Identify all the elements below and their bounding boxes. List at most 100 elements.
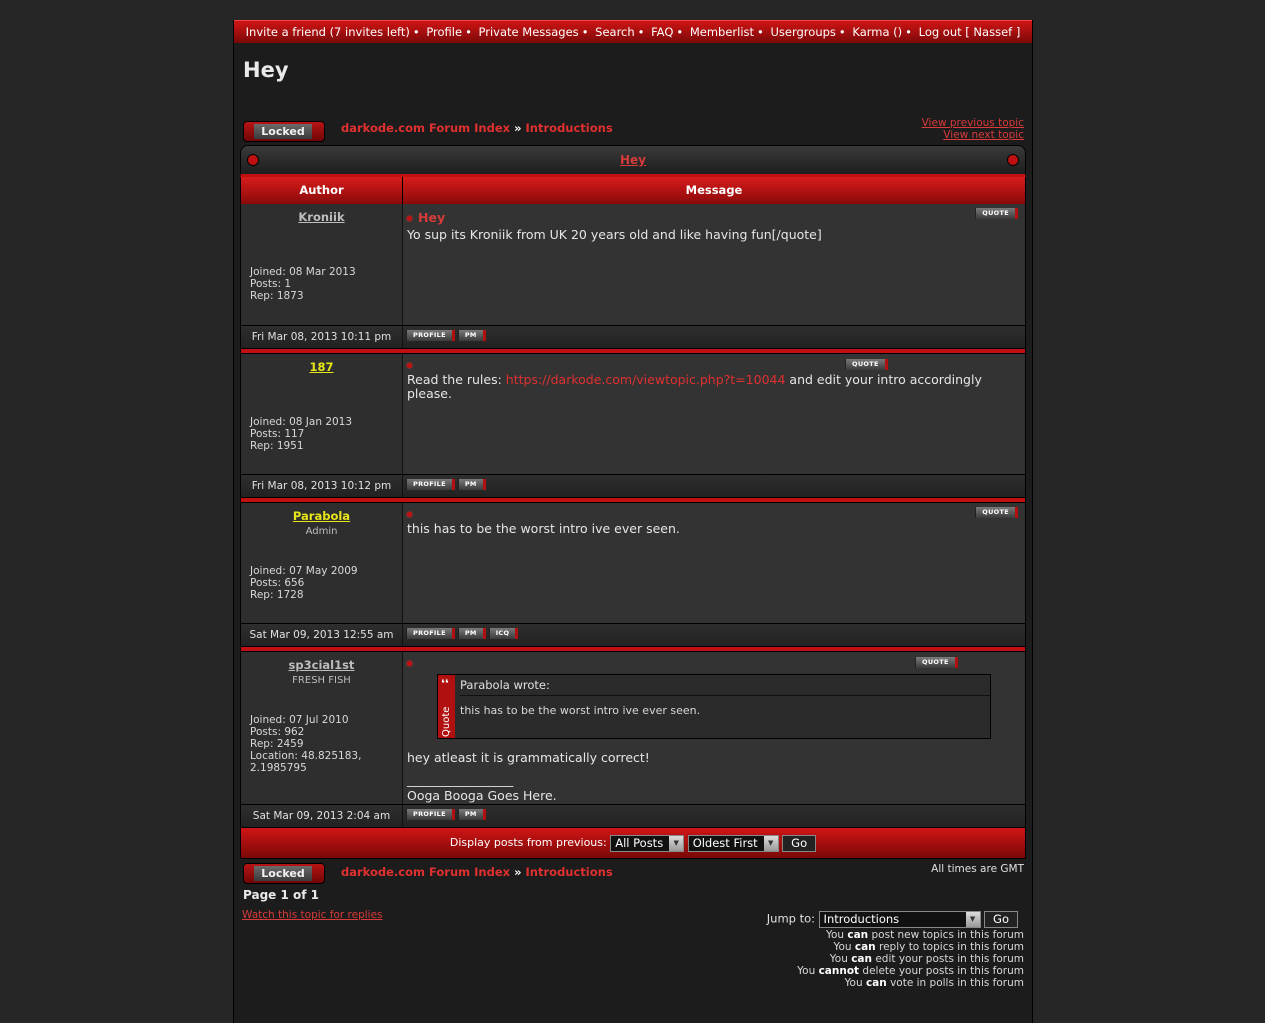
author-name[interactable]: Parabola xyxy=(241,509,402,523)
joined-date: Joined: 07 Jul 2010 xyxy=(250,714,349,726)
previous-topic-link[interactable]: View previous topic xyxy=(922,117,1024,129)
posts-range-select[interactable]: All Posts ▼ xyxy=(610,834,685,852)
forum-link[interactable]: Introductions xyxy=(526,121,613,135)
post-author-panel: Kroniik Joined: 08 Mar 2013 Posts: 1 Rep… xyxy=(241,204,403,325)
logout-link[interactable]: Log out [ Nassef ] xyxy=(919,25,1021,39)
post-message: QUOTE ❛❛ Quote Parabola wrote: this has … xyxy=(403,652,1025,804)
posts-range-value: All Posts xyxy=(615,835,664,850)
post-author-panel: sp3cial1st FRESH FISH Joined: 07 Jul 201… xyxy=(241,652,403,804)
post-date: Fri Mar 08, 2013 10:12 pm xyxy=(241,475,403,497)
post-bullet-icon xyxy=(407,362,412,368)
breadcrumb-separator: » xyxy=(514,865,522,879)
quote-button[interactable]: QUOTE xyxy=(915,657,958,668)
joined-date: Joined: 08 Jan 2013 xyxy=(250,416,353,428)
signature-divider: _________________ xyxy=(407,772,514,787)
usergroups-link[interactable]: Usergroups xyxy=(771,25,836,39)
post-bullet-icon xyxy=(407,511,412,517)
joined-date: Joined: 08 Mar 2013 xyxy=(250,266,356,278)
forum-index-link[interactable]: darkode.com Forum Index xyxy=(341,865,510,879)
memberlist-link[interactable]: Memberlist xyxy=(690,25,754,39)
pm-button[interactable]: PM xyxy=(457,809,486,820)
locked-label: Locked xyxy=(254,866,312,881)
signature: Ooga Booga Goes Here. xyxy=(407,788,557,803)
pm-button[interactable]: PM xyxy=(457,628,486,639)
reputation: Rep: 1873 xyxy=(250,290,304,302)
page-info: Page 1 of 1 xyxy=(243,888,319,902)
jump-go-button[interactable]: Go xyxy=(984,911,1018,928)
display-go-button[interactable]: Go xyxy=(782,834,817,852)
post: 187 Joined: 08 Jan 2013 Posts: 117 Rep: … xyxy=(240,354,1026,497)
post-body: Yo sup its Kroniik from UK 20 years old … xyxy=(407,227,822,242)
jump-select[interactable]: Introductions ▼ xyxy=(818,911,981,928)
post: Parabola Admin Joined: 07 May 2009 Posts… xyxy=(240,503,1026,646)
post-subject xyxy=(407,360,1021,370)
profile-button[interactable]: PROFILE xyxy=(406,479,455,490)
forum-index-link[interactable]: darkode.com Forum Index xyxy=(341,121,510,135)
karma-link[interactable]: Karma () xyxy=(852,25,902,39)
profile-button[interactable]: PROFILE xyxy=(406,330,455,341)
permission-line: You can vote in polls in this forum xyxy=(844,977,1025,989)
icq-button[interactable]: ICQ xyxy=(488,628,519,639)
post: Kroniik Joined: 08 Mar 2013 Posts: 1 Rep… xyxy=(240,204,1026,348)
rules-link[interactable]: https://darkode.com/viewtopic.php?t=1004… xyxy=(506,372,786,387)
pm-button[interactable]: PM xyxy=(457,479,486,490)
author-info: Joined: 07 Jul 2010 Posts: 962 Rep: 2459… xyxy=(250,714,390,774)
jump-to: Jump to: Introductions ▼ Go xyxy=(767,911,1018,928)
post-count: Posts: 1 xyxy=(250,278,291,290)
search-link[interactable]: Search xyxy=(595,25,635,39)
author-info: Joined: 07 May 2009 Posts: 656 Rep: 1728 xyxy=(250,565,358,601)
reputation: Rep: 1728 xyxy=(250,589,304,601)
profile-button[interactable]: PROFILE xyxy=(406,628,455,639)
breadcrumb: darkode.com Forum Index » Introductions xyxy=(341,865,613,879)
author-name[interactable]: 187 xyxy=(241,360,402,374)
author-info: Joined: 08 Jan 2013 Posts: 117 Rep: 1951 xyxy=(250,416,352,452)
post-date: Sat Mar 09, 2013 12:55 am xyxy=(241,624,403,646)
sort-order-select[interactable]: Oldest First ▼ xyxy=(687,834,779,852)
locked-button[interactable]: Locked xyxy=(243,863,325,884)
post-subject-text: Hey xyxy=(418,210,446,225)
permission-line: You can edit your posts in this forum xyxy=(829,953,1024,965)
sort-order-value: Oldest First xyxy=(692,835,758,850)
pm-button[interactable]: PM xyxy=(457,330,486,341)
display-options-bar: Display posts from previous: All Posts ▼ … xyxy=(240,827,1026,859)
invite-link[interactable]: Invite a friend (7 invites left) xyxy=(246,25,410,39)
post-count: Posts: 656 xyxy=(250,577,305,589)
private-messages-link[interactable]: Private Messages xyxy=(479,25,579,39)
message-column-header: Message xyxy=(685,183,743,197)
jump-label: Jump to: xyxy=(766,911,816,926)
profile-link[interactable]: Profile xyxy=(426,25,462,39)
quote-marks-icon: ❛❛ xyxy=(441,677,449,690)
quote-author: Parabola wrote: xyxy=(460,675,990,696)
topic-titlebar: Hey xyxy=(240,145,1026,177)
corner-dot-icon xyxy=(1007,154,1019,166)
top-navigation: Invite a friend (7 invites left) • Profil… xyxy=(234,20,1032,43)
chevron-down-icon: ▼ xyxy=(965,912,980,927)
quote-button[interactable]: QUOTE xyxy=(845,359,888,370)
joined-date: Joined: 07 May 2009 xyxy=(250,565,358,577)
quote-body: this has to be the worst intro ive ever … xyxy=(460,704,701,717)
permissions: You can post new topics in this forum Yo… xyxy=(797,929,1024,989)
post-bullet-icon xyxy=(407,660,412,666)
corner-dot-icon xyxy=(247,154,259,166)
topic-title-link[interactable]: Hey xyxy=(620,153,646,167)
breadcrumb: darkode.com Forum Index » Introductions xyxy=(341,121,613,135)
post-count: Posts: 962 xyxy=(250,726,305,738)
author-name[interactable]: sp3cial1st xyxy=(241,658,402,672)
profile-button[interactable]: PROFILE xyxy=(406,809,455,820)
next-topic-link[interactable]: View next topic xyxy=(922,129,1024,141)
post-date: Sat Mar 09, 2013 2:04 am xyxy=(241,805,403,827)
author-rank: Admin xyxy=(305,526,338,537)
post-author-panel: 187 Joined: 08 Jan 2013 Posts: 117 Rep: … xyxy=(241,354,403,474)
quote-button[interactable]: QUOTE xyxy=(975,507,1018,518)
author-name[interactable]: Kroniik xyxy=(241,210,402,224)
chevron-down-icon: ▼ xyxy=(763,835,778,851)
watch-topic-link[interactable]: Watch this topic for replies xyxy=(242,909,383,921)
quote-button[interactable]: QUOTE xyxy=(975,208,1018,219)
faq-link[interactable]: FAQ xyxy=(651,25,673,39)
post: sp3cial1st FRESH FISH Joined: 07 Jul 201… xyxy=(240,652,1026,827)
locked-button[interactable]: Locked xyxy=(243,121,325,142)
reputation: Rep: 1951 xyxy=(250,440,304,452)
forum-link[interactable]: Introductions xyxy=(526,865,613,879)
author-info: Joined: 08 Mar 2013 Posts: 1 Rep: 1873 xyxy=(250,266,356,302)
table-header: Author Message xyxy=(240,177,1026,204)
